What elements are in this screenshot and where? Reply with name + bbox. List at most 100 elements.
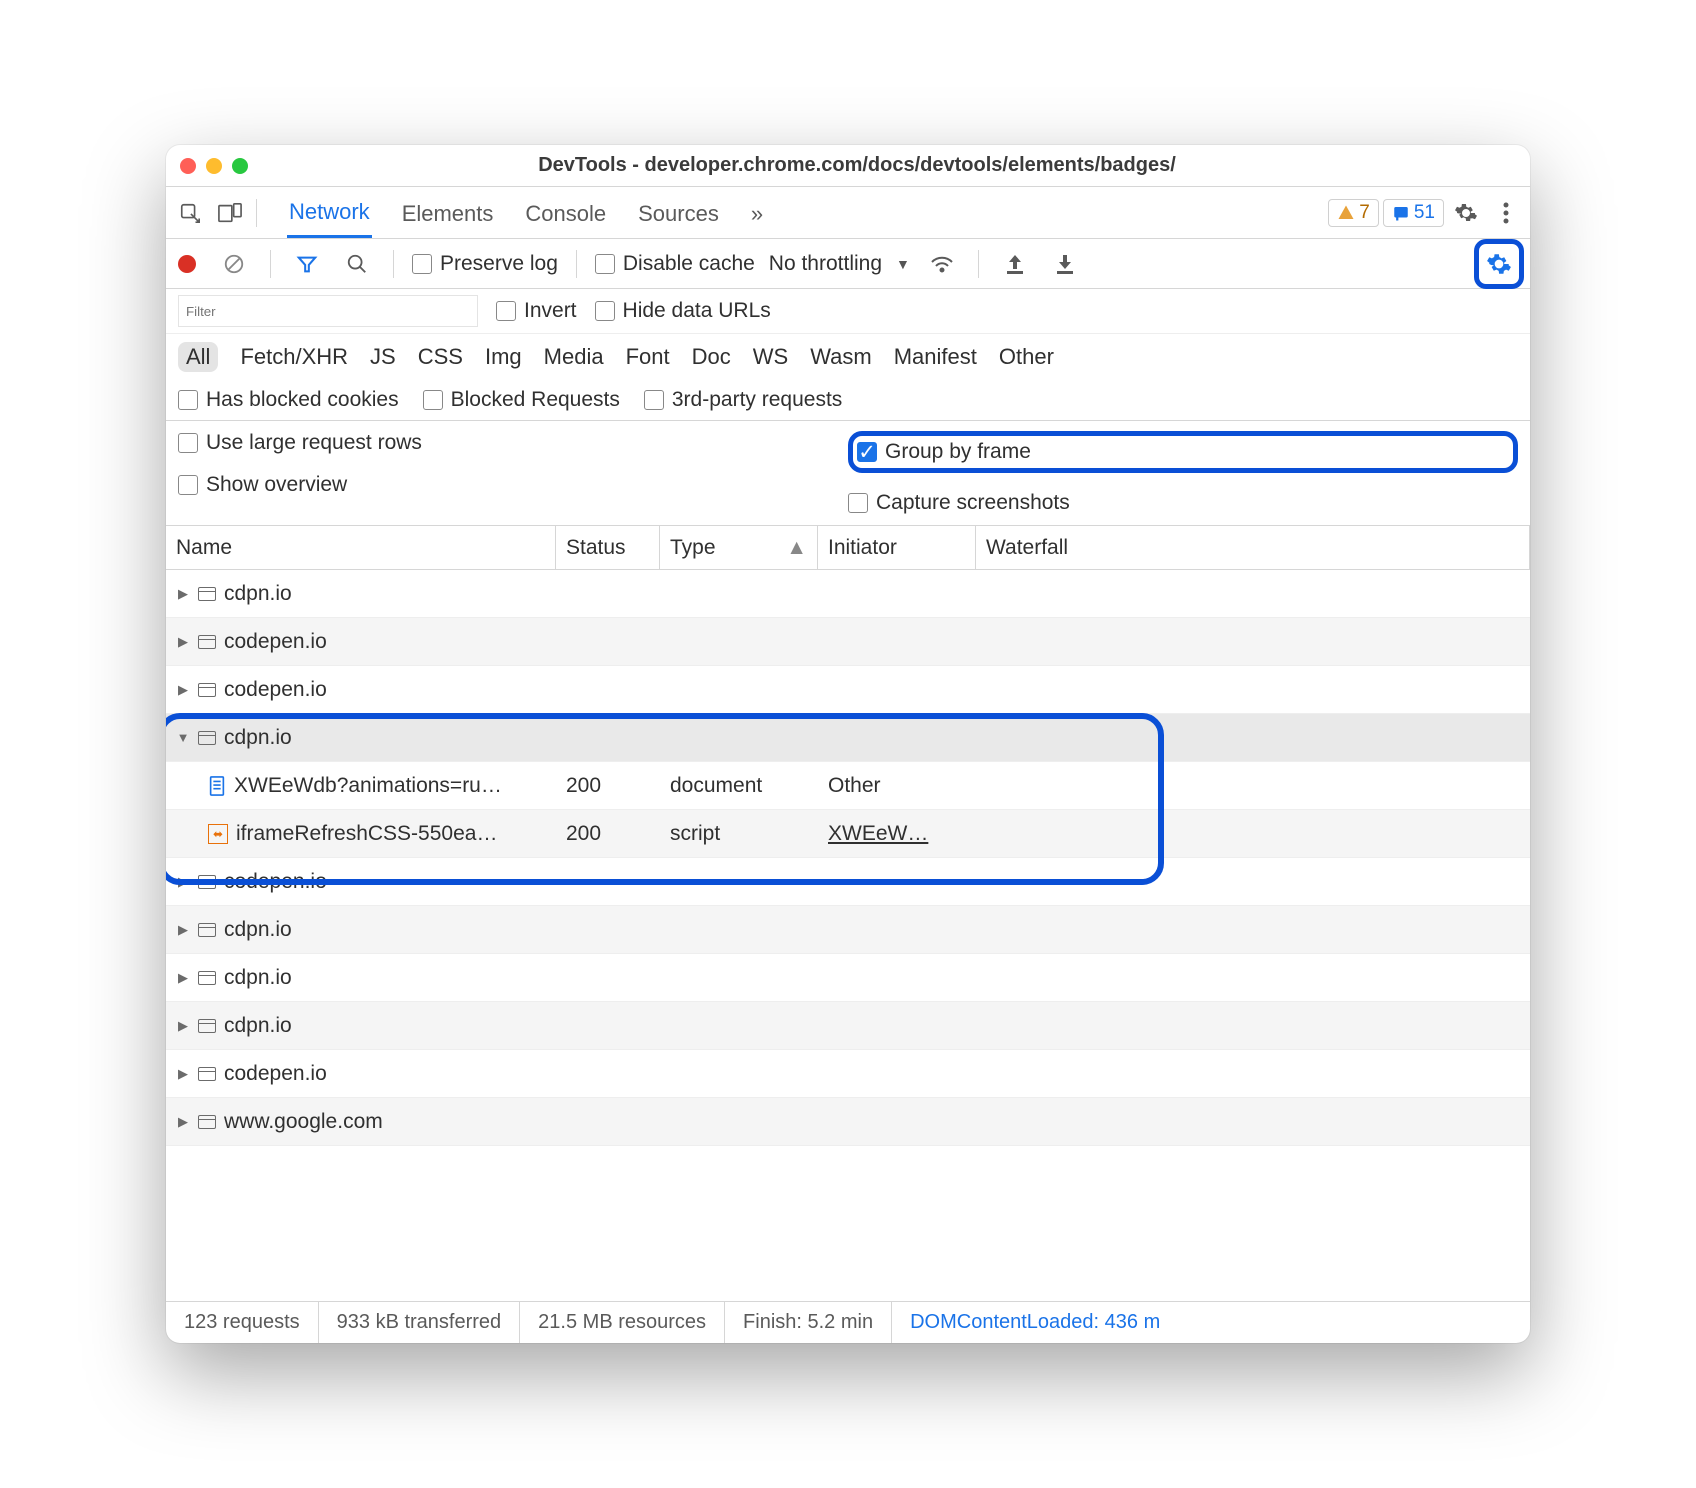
frame-icon xyxy=(198,1067,216,1081)
frame-name: codepen.io xyxy=(224,630,327,654)
frame-name: cdpn.io xyxy=(224,1014,292,1038)
chevron-right-icon[interactable]: ▶ xyxy=(176,1018,190,1034)
request-row[interactable]: XWEeWdb?animations=ru…200documentOther xyxy=(166,762,1530,810)
status-bar: 123 requests 933 kB transferred 21.5 MB … xyxy=(166,1301,1530,1343)
clear-icon[interactable] xyxy=(216,246,252,282)
filter-img[interactable]: Img xyxy=(485,344,522,370)
frame-icon xyxy=(198,635,216,649)
chevron-right-icon[interactable]: ▶ xyxy=(176,922,190,938)
capture-screenshots-checkbox[interactable]: Capture screenshots xyxy=(848,491,1518,515)
warnings-badge[interactable]: 7 xyxy=(1328,199,1379,227)
large-rows-checkbox[interactable]: Use large request rows xyxy=(178,431,848,455)
frame-row[interactable]: ▶ cdpn.io xyxy=(166,954,1530,1002)
tab-elements[interactable]: Elements xyxy=(400,189,496,237)
filter-media[interactable]: Media xyxy=(544,344,604,370)
panel-tabs-row: Network Elements Console Sources » 7 51 xyxy=(166,187,1530,239)
col-waterfall[interactable]: Waterfall xyxy=(976,526,1530,569)
filter-all[interactable]: All xyxy=(178,342,218,372)
frame-name: cdpn.io xyxy=(224,966,292,990)
col-initiator[interactable]: Initiator xyxy=(818,526,976,569)
hide-data-urls-checkbox[interactable]: Hide data URLs xyxy=(595,299,771,323)
col-name[interactable]: Name xyxy=(166,526,556,569)
frame-row[interactable]: ▶www.google.com xyxy=(166,1098,1530,1146)
frame-row[interactable]: ▶codepen.io xyxy=(166,1050,1530,1098)
frame-name: cdpn.io xyxy=(224,918,292,942)
filter-other[interactable]: Other xyxy=(999,344,1054,370)
request-name: iframeRefreshCSS-550ea… xyxy=(236,822,497,846)
frame-name: cdpn.io xyxy=(224,582,292,606)
filter-ws[interactable]: WS xyxy=(753,344,788,370)
zoom-window-button[interactable] xyxy=(232,158,248,174)
blocked-cookies-checkbox[interactable]: Has blocked cookies xyxy=(178,388,399,412)
network-conditions-icon[interactable] xyxy=(924,246,960,282)
group-by-frame-checkbox[interactable]: ✓Group by frame xyxy=(857,440,1031,464)
col-type[interactable]: Type▲ xyxy=(660,526,818,569)
devtools-window: DevTools - developer.chrome.com/docs/dev… xyxy=(166,145,1530,1343)
messages-count: 51 xyxy=(1414,202,1435,224)
request-rows: ▶cdpn.io▶codepen.io▶codepen.io▼cdpn.ioXW… xyxy=(166,570,1530,1301)
messages-badge[interactable]: 51 xyxy=(1383,199,1444,227)
settings-row: Use large request rows Show overview ✓Gr… xyxy=(166,421,1530,526)
search-icon[interactable] xyxy=(339,246,375,282)
request-row[interactable]: ⬌iframeRefreshCSS-550ea…200scriptXWEeW… xyxy=(166,810,1530,858)
frame-icon xyxy=(198,731,216,745)
frame-row[interactable]: ▶codepen.io xyxy=(166,858,1530,906)
col-status[interactable]: Status xyxy=(556,526,660,569)
filter-icon[interactable] xyxy=(289,246,325,282)
chevron-right-icon[interactable]: ▶ xyxy=(176,1066,190,1082)
frame-row[interactable]: ▼ cdpn.io xyxy=(166,714,1530,762)
chevron-down-icon[interactable]: ▼ xyxy=(176,730,190,745)
third-party-checkbox[interactable]: 3rd-party requests xyxy=(644,388,842,412)
invert-checkbox[interactable]: Invert xyxy=(496,299,577,323)
throttling-select[interactable]: No throttling ▼ xyxy=(769,252,910,276)
document-icon xyxy=(208,776,226,796)
minimize-window-button[interactable] xyxy=(206,158,222,174)
show-overview-checkbox[interactable]: Show overview xyxy=(178,473,848,497)
kebab-menu-icon[interactable] xyxy=(1488,195,1524,231)
frame-row[interactable]: ▶ cdpn.io xyxy=(166,1002,1530,1050)
filter-input[interactable] xyxy=(178,295,478,327)
network-settings-gear-icon[interactable] xyxy=(1481,246,1517,282)
frame-row[interactable]: ▶codepen.io xyxy=(166,666,1530,714)
chevron-right-icon[interactable]: ▶ xyxy=(176,874,190,890)
filter-manifest[interactable]: Manifest xyxy=(894,344,977,370)
script-icon: ⬌ xyxy=(208,824,228,844)
upload-har-icon[interactable] xyxy=(997,246,1033,282)
tabs-overflow[interactable]: » xyxy=(749,189,765,237)
settings-gear-icon[interactable] xyxy=(1448,195,1484,231)
download-har-icon[interactable] xyxy=(1047,246,1083,282)
blocked-requests-checkbox[interactable]: Blocked Requests xyxy=(423,388,620,412)
status-cell: 200 xyxy=(556,822,660,846)
frame-icon xyxy=(198,971,216,985)
chevron-right-icon[interactable]: ▶ xyxy=(176,634,190,650)
filter-css[interactable]: CSS xyxy=(418,344,463,370)
tab-sources[interactable]: Sources xyxy=(636,189,721,237)
throttling-value: No throttling xyxy=(769,252,882,276)
initiator-cell: Other xyxy=(818,774,976,798)
frame-row[interactable]: ▶ cdpn.io xyxy=(166,906,1530,954)
frame-row[interactable]: ▶ codepen.io xyxy=(166,618,1530,666)
request-name: XWEeWdb?animations=ru… xyxy=(234,774,502,798)
chevron-right-icon[interactable]: ▶ xyxy=(176,970,190,986)
frame-name: cdpn.io xyxy=(224,726,292,750)
inspect-element-icon[interactable] xyxy=(172,195,208,231)
tab-network[interactable]: Network xyxy=(287,187,372,238)
tab-console[interactable]: Console xyxy=(523,189,608,237)
chevron-right-icon[interactable]: ▶ xyxy=(176,1114,190,1130)
filter-wasm[interactable]: Wasm xyxy=(810,344,872,370)
filter-js[interactable]: JS xyxy=(370,344,396,370)
filter-doc[interactable]: Doc xyxy=(692,344,731,370)
preserve-log-checkbox[interactable]: Preserve log xyxy=(412,252,558,276)
filter-font[interactable]: Font xyxy=(626,344,670,370)
frame-icon xyxy=(198,875,216,889)
device-toolbar-icon[interactable] xyxy=(212,195,248,231)
frame-row[interactable]: ▶ cdpn.io xyxy=(166,570,1530,618)
close-window-button[interactable] xyxy=(180,158,196,174)
chevron-right-icon[interactable]: ▶ xyxy=(176,682,190,698)
filter-fetch-xhr[interactable]: Fetch/XHR xyxy=(240,344,348,370)
chevron-right-icon[interactable]: ▶ xyxy=(176,586,190,602)
disable-cache-checkbox[interactable]: Disable cache xyxy=(595,252,755,276)
frame-icon xyxy=(198,683,216,697)
initiator-cell[interactable]: XWEeW… xyxy=(818,822,976,846)
record-button[interactable] xyxy=(178,255,196,273)
